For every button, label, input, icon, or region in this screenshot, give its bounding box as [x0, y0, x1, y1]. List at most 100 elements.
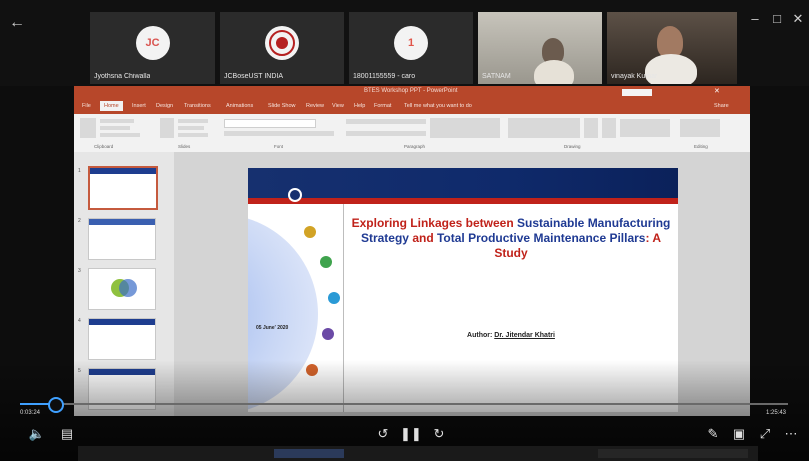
tab-insert[interactable]: Insert — [132, 103, 146, 109]
tab-file[interactable]: File — [82, 103, 91, 109]
fullscreen-icon[interactable]: ⤢ — [756, 426, 774, 442]
participant-name: vinayak Kumar — [611, 73, 658, 80]
timeline-dot — [320, 256, 332, 268]
account-box[interactable] — [622, 89, 652, 96]
tab-review[interactable]: Review — [306, 103, 324, 109]
participant-name: 18001155559 - caro — [353, 73, 416, 80]
maximize-icon[interactable]: □ — [766, 8, 788, 30]
reset-button[interactable] — [178, 126, 204, 130]
slide-number: 1 — [78, 168, 81, 174]
tab-design[interactable]: Design — [156, 103, 173, 109]
slide-thumbnail-4[interactable] — [88, 318, 156, 360]
title-part: and — [412, 231, 437, 245]
minimize-icon[interactable]: – — [744, 8, 766, 30]
tab-slide-show[interactable]: Slide Show — [268, 103, 296, 109]
group-label-drawing: Drawing — [564, 144, 581, 149]
copy-button[interactable] — [100, 126, 130, 130]
layout-button[interactable] — [178, 119, 208, 123]
presentation-date: 05 June' 2020 — [256, 325, 289, 331]
venn-shape — [119, 279, 137, 297]
taskbar-apps[interactable] — [274, 449, 344, 458]
person-body — [534, 60, 574, 84]
ppt-window-title: BTES Workshop PPT - PowerPoint — [364, 88, 458, 94]
tell-me-search[interactable]: Tell me what you want to do — [404, 103, 472, 109]
tab-transitions[interactable]: Transitions — [184, 103, 211, 109]
author-label: Author: — [467, 332, 495, 339]
participant-tile-3[interactable]: 1 18001155559 - caro — [349, 12, 473, 84]
participant-video-1[interactable]: SATNAM — [478, 12, 602, 84]
find-replace-select[interactable] — [680, 119, 720, 137]
back-arrow-icon[interactable]: ← — [4, 10, 30, 36]
more-icon[interactable]: ⋯ — [782, 426, 800, 442]
timeline-start-icon — [288, 188, 302, 202]
slide-number: 4 — [78, 318, 81, 324]
close-icon[interactable]: ✕ — [787, 8, 809, 30]
share-button[interactable]: Share — [714, 103, 729, 109]
total-time: 1:25:43 — [766, 410, 787, 416]
caption-icon[interactable]: ▤ — [58, 426, 76, 442]
volume-icon[interactable]: 🔈 — [28, 426, 46, 442]
font-format-buttons[interactable] — [224, 131, 334, 136]
arrange-icon[interactable] — [584, 118, 598, 138]
screen-icon[interactable]: ▣ — [730, 426, 748, 442]
slide-title: Exploring Linkages between Sustainable M… — [348, 216, 674, 261]
avatar: 1 — [394, 26, 428, 60]
seek-bar[interactable] — [20, 403, 788, 405]
section-button[interactable] — [178, 133, 208, 137]
slide-thumbnail-2[interactable] — [88, 218, 156, 260]
author-name: Dr. Jitendar Khatri — [494, 332, 555, 339]
timeline-dot — [328, 292, 340, 304]
quick-styles-icon[interactable] — [602, 118, 616, 138]
close-icon[interactable]: ✕ — [714, 87, 720, 95]
slide-thumbnail-3[interactable] — [88, 268, 156, 310]
tab-animations[interactable]: Animations — [226, 103, 253, 109]
forward-icon[interactable]: ↻ — [430, 426, 448, 442]
text-direction-buttons[interactable] — [430, 118, 500, 138]
shapes-gallery[interactable] — [508, 118, 580, 138]
pen-icon[interactable]: ✎ — [704, 426, 722, 442]
tab-home[interactable]: Home — [100, 101, 123, 111]
ribbon: Clipboard Slides Font Paragraph Drawing … — [74, 114, 750, 153]
shape-fill-outline-effects[interactable] — [620, 119, 670, 137]
timeline-dot — [322, 328, 334, 340]
participant-tile-1[interactable]: JC Jyothsna Chiwalla — [90, 12, 215, 84]
pause-icon[interactable]: ❚❚ — [400, 426, 422, 442]
tab-format[interactable]: Format — [374, 103, 391, 109]
tab-help[interactable]: Help — [354, 103, 365, 109]
participant-name: SATNAM — [482, 73, 511, 80]
timeline-dot — [304, 226, 316, 238]
cut-button[interactable] — [100, 119, 134, 123]
slide-number: 2 — [78, 218, 81, 224]
participant-name: JCBoseUST INDIA — [224, 73, 283, 80]
title-part: Exploring Linkages between — [351, 216, 517, 230]
group-label-paragraph: Paragraph — [404, 144, 426, 149]
avatar-logo-icon — [265, 26, 299, 60]
participant-tile-2[interactable]: JCBoseUST INDIA — [220, 12, 344, 84]
system-tray[interactable] — [598, 449, 748, 458]
group-label-clipboard: Clipboard — [94, 144, 114, 149]
slide-thumbnail-1[interactable] — [88, 166, 158, 210]
slide-number: 3 — [78, 268, 81, 274]
group-label-slides: Slides — [178, 144, 191, 149]
taskbar-strip — [78, 446, 758, 461]
rewind-icon[interactable]: ↺ — [374, 426, 392, 442]
seek-knob[interactable] — [48, 397, 64, 413]
participant-video-2[interactable]: vinayak Kumar — [607, 12, 737, 84]
paste-icon[interactable] — [80, 118, 96, 138]
participant-name: Jyothsna Chiwalla — [94, 73, 151, 80]
alignment-buttons[interactable] — [346, 131, 426, 136]
slide-header-band — [248, 168, 678, 198]
ribbon-tabs: File Home Insert Design Transitions Anim… — [74, 100, 750, 114]
format-painter-button[interactable] — [100, 133, 140, 137]
ppt-title-bar: BTES Workshop PPT - PowerPoint ✕ — [74, 86, 750, 100]
title-part: Total Productive Maintenance Pillars — [436, 231, 646, 245]
tab-view[interactable]: View — [332, 103, 344, 109]
slide-author: Author: Dr. Jitendar Khatri — [348, 332, 674, 339]
group-label-font: Font — [274, 144, 284, 149]
font-name-box[interactable] — [224, 119, 316, 128]
new-slide-icon[interactable] — [160, 118, 174, 138]
avatar: JC — [135, 26, 170, 60]
paragraph-buttons[interactable] — [346, 119, 426, 124]
elapsed-time: 0:03:24 — [20, 410, 41, 416]
group-label-editing: Editing — [694, 144, 708, 149]
